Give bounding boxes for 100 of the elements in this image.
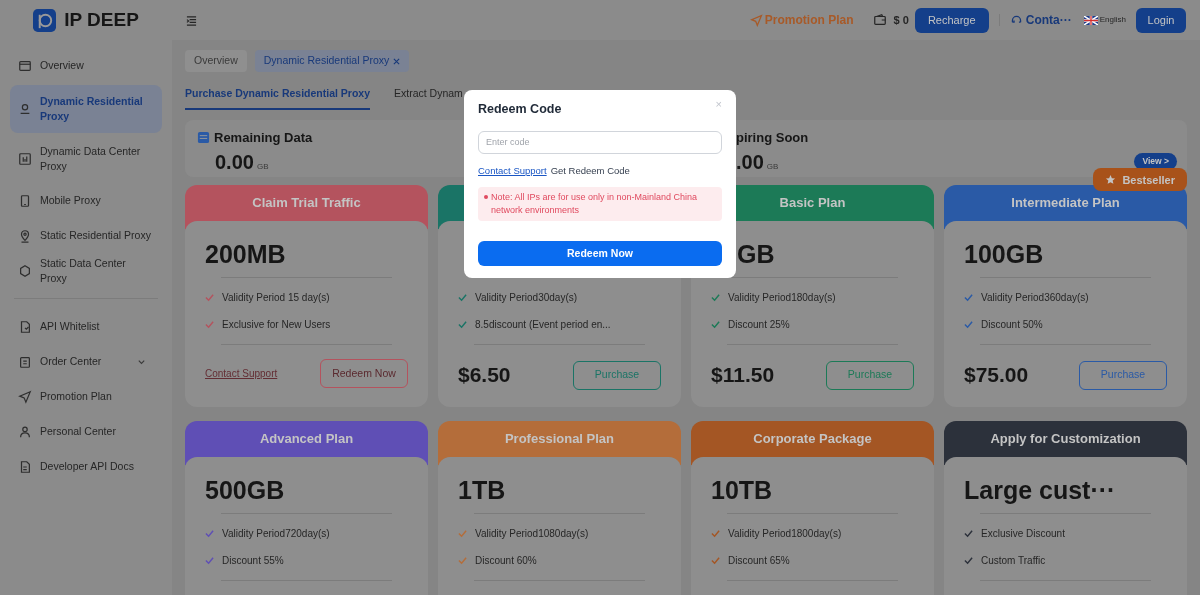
sub-tab[interactable]: Purchase Dynamic Residential Proxy — [185, 86, 370, 110]
star-icon — [1105, 174, 1117, 186]
database-icon — [197, 131, 210, 144]
check-icon — [964, 293, 973, 303]
data-amount: 500GB — [205, 474, 285, 506]
contact-link[interactable]: Conta··· — [1025, 11, 1072, 29]
feature-text: Validity Period360day(s) — [981, 291, 1089, 306]
data-amount: 10TB — [711, 474, 773, 506]
sidebar-item[interactable]: Static Data Center Proxy — [10, 253, 162, 288]
feature-text: Validity Period30day(s) — [475, 291, 578, 306]
plan-title: Intermediate Plan — [1011, 194, 1120, 213]
document-icon — [18, 319, 32, 334]
check-icon — [711, 320, 720, 330]
code-input[interactable]: Enter code — [478, 130, 722, 154]
menu-toggle-icon[interactable] — [186, 14, 197, 26]
feature-text: Validity Period 15 day(s) — [222, 291, 330, 306]
close-icon[interactable] — [393, 57, 401, 65]
check-icon — [205, 293, 214, 303]
check-icon — [964, 320, 973, 330]
plan-title: Apply for Customization — [990, 430, 1141, 449]
hexagon-icon — [18, 263, 32, 278]
contact-support-link[interactable]: Contact Support — [205, 366, 278, 382]
page-tab[interactable]: Dynamic Residential Proxy — [254, 50, 410, 72]
sidebar-item[interactable]: Mobile Proxy — [10, 183, 162, 218]
pin-icon — [18, 228, 32, 243]
data-amount: GB — [737, 238, 775, 270]
login-button[interactable]: Login — [1136, 7, 1186, 33]
language-selector[interactable]: English — [1099, 14, 1126, 26]
stat-value: .00 — [736, 150, 764, 176]
stat-title: piring Soon — [736, 128, 809, 147]
stat-unit: GB — [256, 161, 269, 174]
feature-text: Validity Period1800day(s) — [728, 527, 842, 542]
feature-text: Discount 25% — [728, 318, 790, 333]
plan-title: Basic Plan — [779, 194, 846, 213]
phone-icon — [18, 193, 32, 208]
contact-support-link[interactable]: Contact Support — [478, 163, 547, 178]
sidebar-item[interactable]: Overview — [10, 48, 162, 83]
data-amount: 100GB — [964, 238, 1044, 270]
recharge-button[interactable]: Recharge — [914, 7, 989, 33]
check-icon — [964, 529, 973, 539]
check-icon — [964, 556, 973, 566]
card-icon — [18, 58, 32, 73]
feature-text: Exclusive Discount — [981, 527, 1065, 542]
redeem-hint: Get Redeem Code — [550, 163, 630, 178]
sidebar-item[interactable]: Dynamic Residential Proxy — [10, 85, 162, 133]
check-icon — [458, 529, 467, 539]
feature-text: Custom Traffic — [981, 554, 1046, 569]
send-icon — [18, 389, 32, 404]
redeem-button[interactable]: Redeem Now — [320, 359, 408, 389]
sidebar-item[interactable]: Dynamic Data Center Proxy — [10, 135, 162, 183]
logo-icon — [33, 8, 57, 32]
check-icon — [205, 529, 214, 539]
data-amount: Large cust··· — [964, 474, 1116, 506]
send-icon — [749, 13, 763, 27]
check-icon — [205, 320, 214, 330]
feature-text: Discount 50% — [981, 318, 1043, 333]
feature-text: Validity Period180day(s) — [728, 291, 836, 306]
dialog-title: Redeem Code — [478, 101, 562, 118]
data-amount: 1TB — [458, 474, 506, 506]
notice-text: Note: All IPs are for use only in non-Mainland China network environments — [491, 191, 699, 217]
sub-tab[interactable]: Extract Dynam — [394, 86, 463, 108]
bullet-icon — [484, 195, 488, 199]
check-icon — [458, 556, 467, 566]
sidebar-item[interactable]: Order Center — [10, 344, 162, 379]
plan-title: Corporate Package — [753, 430, 872, 449]
stat-value: 0.00 — [215, 150, 254, 176]
feature-text: Validity Period1080day(s) — [475, 527, 589, 542]
sidebar-item[interactable]: Developer API Docs — [10, 449, 162, 484]
sidebar-item[interactable]: Promotion Plan — [10, 379, 162, 414]
plan-title: Advanced Plan — [259, 430, 354, 449]
wallet-icon — [873, 13, 888, 27]
feature-text: Discount 60% — [475, 554, 537, 569]
feature-text: 8.5discount (Event period en... — [475, 318, 611, 333]
sidebar-item[interactable]: Static Residential Proxy — [10, 218, 162, 253]
stat-title: Remaining Data — [214, 128, 313, 147]
plan-title: Professional Plan — [504, 430, 615, 449]
stat-unit: GB — [766, 161, 779, 174]
sidebar-item[interactable]: Personal Center — [10, 414, 162, 449]
price: $6.50 — [458, 362, 511, 389]
document-icon — [18, 459, 32, 474]
feature-text: Exclusive for New Users — [222, 318, 331, 333]
logo-text: IP DEEP — [64, 7, 139, 32]
bestseller-badge: Bestseller — [1093, 168, 1187, 192]
feature-text: Discount 65% — [728, 554, 790, 569]
price: $75.00 — [964, 362, 1029, 389]
feature-text: Validity Period720day(s) — [222, 527, 330, 542]
location-icon — [18, 102, 32, 116]
feature-text: Discount 55% — [222, 554, 284, 569]
check-icon — [711, 293, 720, 303]
price: $11.50 — [711, 362, 775, 389]
redeem-now-button[interactable]: Redeem Now — [478, 241, 722, 266]
check-icon — [711, 556, 720, 566]
sidebar-item[interactable]: API Whitelist — [10, 309, 162, 344]
balance: $ 0 — [893, 12, 909, 28]
plan-title: Claim Trial Traffic — [252, 194, 361, 213]
check-icon — [205, 556, 214, 566]
check-icon — [458, 293, 467, 303]
page-tab[interactable]: Overview — [185, 50, 247, 72]
check-icon — [458, 320, 467, 330]
person-icon — [18, 424, 32, 439]
